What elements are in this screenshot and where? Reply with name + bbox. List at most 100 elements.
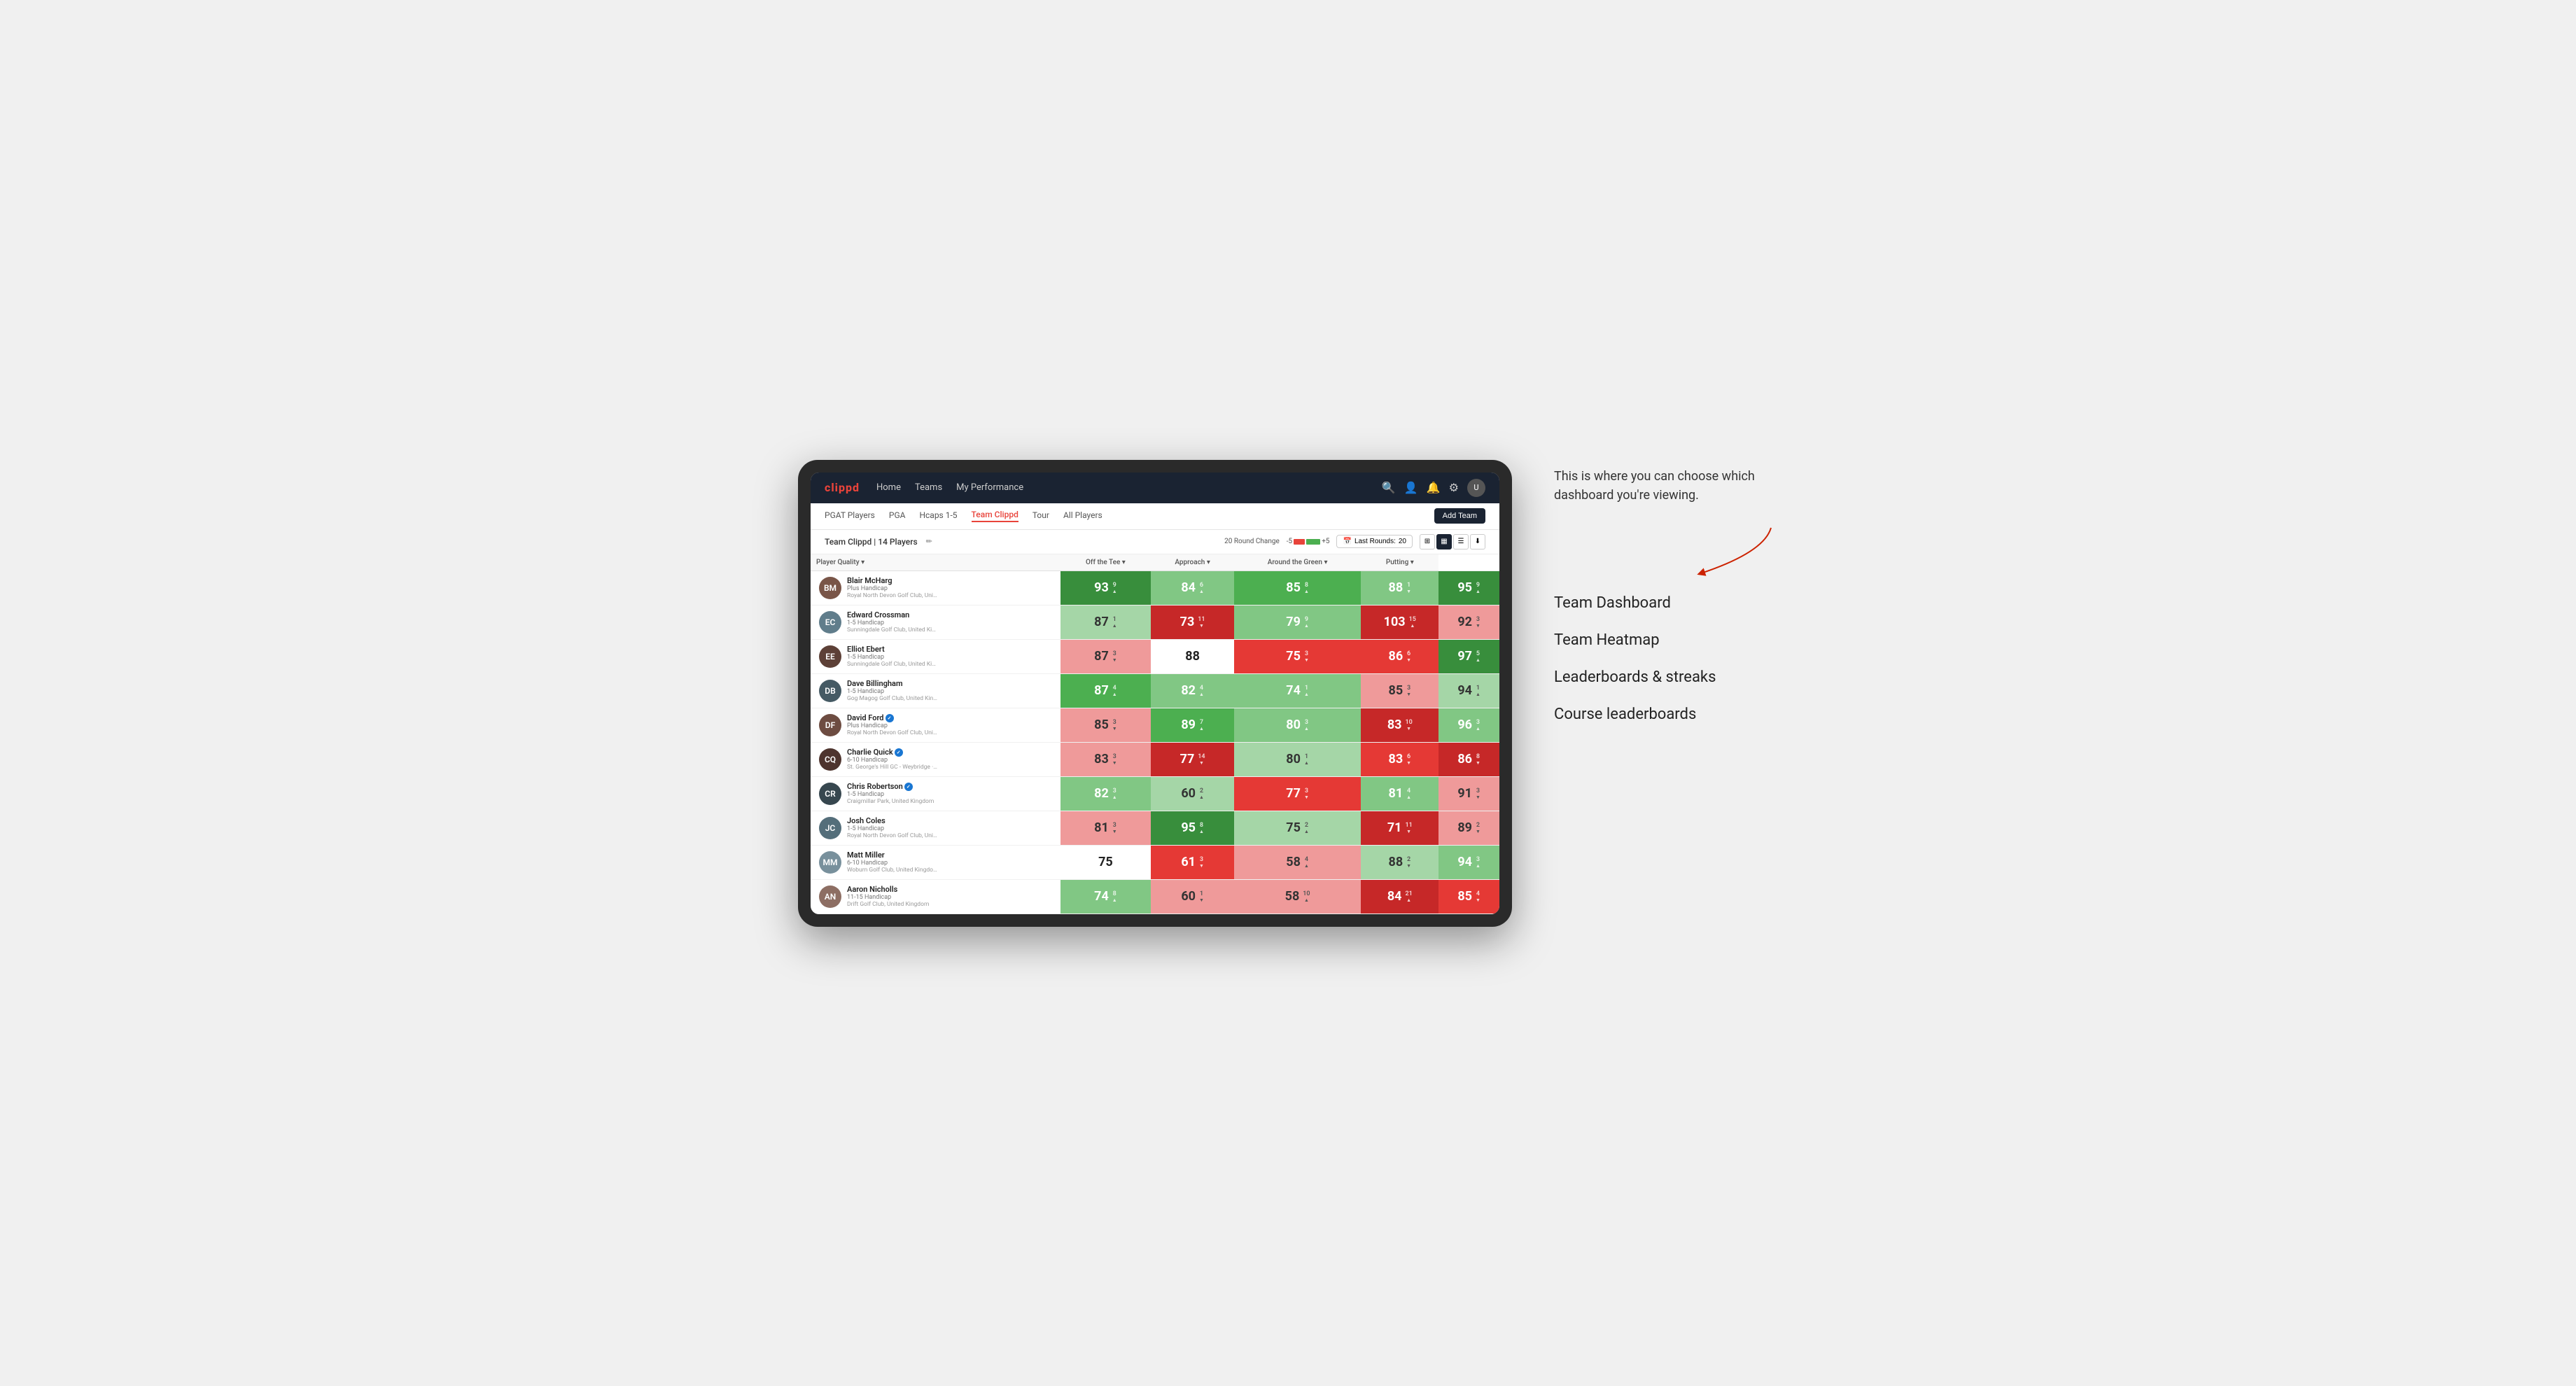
nav-link-home[interactable]: Home — [876, 482, 901, 493]
player-cell: EC Edward Crossman 1-5 Handicap Sunningd… — [811, 605, 1060, 639]
player-avatar: CR — [819, 783, 841, 805]
player-name: Josh Coles — [847, 816, 1052, 825]
annotation: This is where you can choose which dashb… — [1554, 467, 1778, 580]
person-icon[interactable]: 👤 — [1404, 481, 1418, 494]
last-rounds-button[interactable]: 📅 Last Rounds: 20 — [1336, 535, 1413, 548]
score-value: 89 — [1181, 718, 1196, 732]
score-cell: 75 — [1060, 845, 1152, 879]
score-cell: 96 3▲ — [1438, 708, 1499, 742]
player-avatar: AN — [819, 886, 841, 908]
view-more-icon[interactable]: ⬇ — [1470, 534, 1485, 550]
score-box: 84 21▲ — [1361, 880, 1438, 913]
bell-icon[interactable]: 🔔 — [1427, 481, 1441, 494]
bar-positive — [1306, 539, 1320, 545]
score-box: 93 9▲ — [1060, 571, 1152, 605]
sub-nav-all-players[interactable]: All Players — [1063, 510, 1102, 522]
add-team-button[interactable]: Add Team — [1434, 508, 1485, 524]
player-cell: DF David Ford✓ Plus Handicap Royal North… — [811, 708, 1060, 742]
col-around-green[interactable]: Around the Green ▾ — [1234, 554, 1361, 571]
score-cell: 84 6▲ — [1151, 570, 1234, 605]
player-name: Edward Crossman — [847, 610, 1052, 620]
player-name: Charlie Quick✓ — [847, 748, 1052, 757]
search-icon[interactable]: 🔍 — [1382, 481, 1396, 494]
score-cell: 83 3▼ — [1060, 742, 1152, 776]
score-box: 77 3▼ — [1234, 777, 1361, 811]
table-container: Player Quality ▾ Off the Tee ▾ Approach … — [811, 554, 1499, 914]
settings-icon[interactable]: ⚙ — [1449, 481, 1459, 494]
col-off-tee[interactable]: Off the Tee ▾ — [1060, 554, 1152, 571]
score-cell: 74 8▲ — [1060, 879, 1152, 913]
view-icons: ⊞ ▦ ☰ ⬇ — [1420, 534, 1485, 550]
score-cell: 95 8▲ — [1151, 811, 1234, 845]
score-cell: 80 3▲ — [1234, 708, 1361, 742]
score-value: 75 — [1098, 855, 1113, 869]
score-box: 97 5▲ — [1438, 640, 1499, 673]
col-putting[interactable]: Putting ▾ — [1361, 554, 1438, 571]
table-row[interactable]: CQ Charlie Quick✓ 6-10 Handicap St. Geor… — [811, 742, 1499, 776]
menu-option-team-heatmap[interactable]: Team Heatmap — [1554, 631, 1778, 649]
sub-nav-tour[interactable]: Tour — [1032, 510, 1049, 522]
table-row[interactable]: JC Josh Coles 1-5 Handicap Royal North D… — [811, 811, 1499, 845]
score-value: 73 — [1180, 615, 1195, 629]
player-info: Josh Coles 1-5 Handicap Royal North Devo… — [847, 816, 1052, 839]
table-row[interactable]: EC Edward Crossman 1-5 Handicap Sunningd… — [811, 605, 1499, 639]
score-value: 88 — [1389, 580, 1404, 595]
score-box: 94 1▲ — [1438, 674, 1499, 708]
score-box: 75 3▼ — [1234, 640, 1361, 673]
table-row[interactable]: BM Blair McHarg Plus Handicap Royal Nort… — [811, 570, 1499, 605]
score-value: 94 — [1457, 855, 1472, 869]
score-cell: 82 3▲ — [1060, 776, 1152, 811]
score-value: 85 — [1094, 718, 1109, 732]
score-box: 95 9▲ — [1438, 571, 1499, 605]
score-cell: 93 9▲ — [1060, 570, 1152, 605]
score-box: 85 3▼ — [1060, 708, 1152, 742]
player-info: Matt Miller 6-10 Handicap Woburn Golf Cl… — [847, 850, 1052, 874]
bar-negative — [1294, 539, 1305, 545]
table-row[interactable]: MM Matt Miller 6-10 Handicap Woburn Golf… — [811, 845, 1499, 879]
view-grid-icon[interactable]: ⊞ — [1420, 534, 1435, 550]
score-value: 82 — [1181, 683, 1196, 698]
table-row[interactable]: AN Aaron Nicholls 11-15 Handicap Drift G… — [811, 879, 1499, 913]
table-row[interactable]: CR Chris Robertson✓ 1-5 Handicap Craigmi… — [811, 776, 1499, 811]
player-info: Blair McHarg Plus Handicap Royal North D… — [847, 576, 1052, 599]
sub-nav-team-clippd[interactable]: Team Clippd — [972, 510, 1018, 522]
player-cell: AN Aaron Nicholls 11-15 Handicap Drift G… — [811, 879, 1060, 913]
edit-icon[interactable]: ✏ — [926, 537, 932, 546]
sub-nav-pgat[interactable]: PGAT Players — [825, 510, 875, 522]
score-box: 85 8▲ — [1234, 571, 1361, 605]
score-box: 61 3▼ — [1151, 846, 1234, 879]
sub-nav-pga[interactable]: PGA — [889, 510, 906, 522]
score-value: 86 — [1389, 649, 1404, 664]
score-cell: 83 10▼ — [1361, 708, 1438, 742]
menu-option-team-dashboard[interactable]: Team Dashboard — [1554, 594, 1778, 612]
score-value: 75 — [1286, 820, 1301, 835]
player-handicap: Plus Handicap — [847, 585, 1052, 592]
nav-link-teams[interactable]: Teams — [915, 482, 942, 493]
player-avatar: DB — [819, 680, 841, 702]
score-box: 74 8▲ — [1060, 880, 1152, 913]
col-approach[interactable]: Approach ▾ — [1151, 554, 1234, 571]
score-box: 96 3▲ — [1438, 708, 1499, 742]
view-list-icon[interactable]: ☰ — [1453, 534, 1469, 550]
player-handicap: 1-5 Handicap — [847, 688, 1052, 695]
score-value: 89 — [1457, 820, 1472, 835]
nav-link-performance[interactable]: My Performance — [956, 482, 1023, 493]
score-value: 87 — [1094, 683, 1109, 698]
score-value: 58 — [1286, 855, 1301, 869]
avatar[interactable]: U — [1467, 479, 1485, 497]
view-table-icon[interactable]: ▦ — [1436, 534, 1452, 550]
score-cell: 81 3▼ — [1060, 811, 1152, 845]
score-box: 82 4▲ — [1151, 674, 1234, 708]
score-box: 87 4▲ — [1060, 674, 1152, 708]
player-avatar: EC — [819, 611, 841, 634]
score-value: 77 — [1286, 786, 1301, 801]
player-club: Craigmillar Park, United Kingdom — [847, 798, 938, 805]
table-row[interactable]: EE Elliot Ebert 1-5 Handicap Sunningdale… — [811, 639, 1499, 673]
menu-option-course-leaderboards[interactable]: Course leaderboards — [1554, 706, 1778, 723]
table-row[interactable]: DB Dave Billingham 1-5 Handicap Gog Mago… — [811, 673, 1499, 708]
col-player-quality[interactable]: Player Quality ▾ — [811, 554, 1060, 571]
menu-option-leaderboards[interactable]: Leaderboards & streaks — [1554, 668, 1778, 686]
table-row[interactable]: DF David Ford✓ Plus Handicap Royal North… — [811, 708, 1499, 742]
sub-nav-hcaps[interactable]: Hcaps 1-5 — [919, 510, 957, 522]
score-cell: 61 3▼ — [1151, 845, 1234, 879]
